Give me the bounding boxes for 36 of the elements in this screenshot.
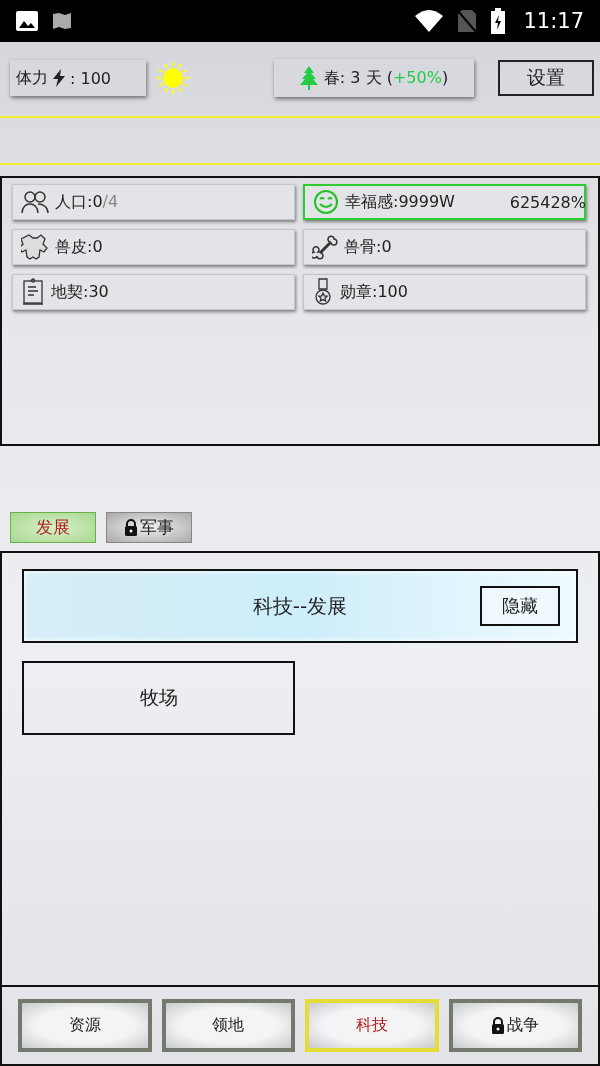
section-title: 科技--发展 xyxy=(252,592,348,620)
resource-text: 兽皮:0 xyxy=(55,236,103,258)
lock-icon xyxy=(124,519,138,536)
animal-hide-icon xyxy=(21,233,49,261)
image-icon xyxy=(16,11,38,31)
bone-icon xyxy=(312,234,338,260)
season-text: 春: 3 天 (+50%) xyxy=(323,67,449,89)
nav-button[interactable]: 科技 xyxy=(305,999,439,1052)
resource-text: 兽骨:0 xyxy=(344,236,392,258)
stamina-value: : 100 xyxy=(70,68,111,88)
no-sim-icon xyxy=(457,9,478,33)
hide-button[interactable]: 隐藏 xyxy=(480,586,560,626)
resource-text: 幸福感:9999W xyxy=(345,191,455,213)
tech-item-button[interactable]: 牧场 xyxy=(22,661,295,735)
tree-icon xyxy=(299,66,318,90)
category-tab[interactable]: 发展 xyxy=(10,512,96,543)
resource-text: 人口:0/4 xyxy=(55,191,119,213)
resource-text: 勋章:100 xyxy=(340,281,408,303)
resource-text: 地契:30 xyxy=(51,281,109,303)
stamina-label: 体力 xyxy=(16,67,48,89)
sun-icon xyxy=(156,61,190,95)
smiley-icon xyxy=(313,189,339,215)
clock-time: 11:17 xyxy=(523,9,584,33)
wifi-icon xyxy=(415,10,444,32)
people-icon xyxy=(21,190,49,214)
nav-button[interactable]: 资源 xyxy=(18,999,152,1052)
settings-button[interactable]: 设置 xyxy=(498,60,594,96)
map-icon xyxy=(52,12,72,30)
nav-button[interactable]: 战争 xyxy=(448,999,582,1052)
lightning-icon xyxy=(52,69,66,87)
lock-icon xyxy=(491,1017,506,1034)
battery-charging-icon xyxy=(491,8,506,34)
category-tab[interactable]: 军事 xyxy=(106,512,192,543)
document-icon xyxy=(21,278,45,306)
nav-button[interactable]: 领地 xyxy=(161,999,295,1052)
medal-icon xyxy=(312,278,334,306)
